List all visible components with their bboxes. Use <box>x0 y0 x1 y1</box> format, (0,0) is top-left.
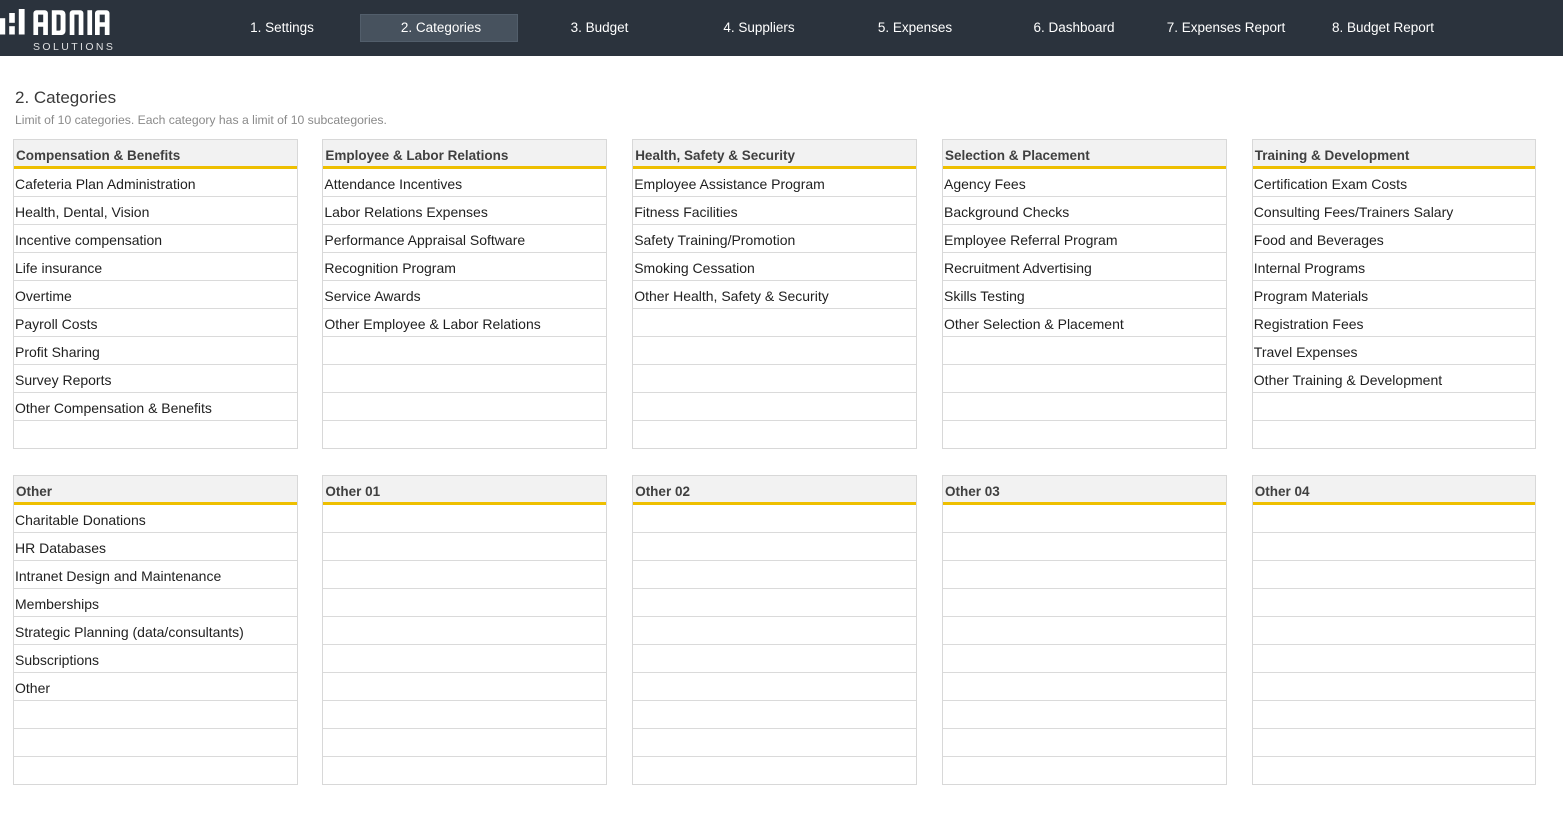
svg-text:SOLUTIONS: SOLUTIONS <box>33 41 115 53</box>
